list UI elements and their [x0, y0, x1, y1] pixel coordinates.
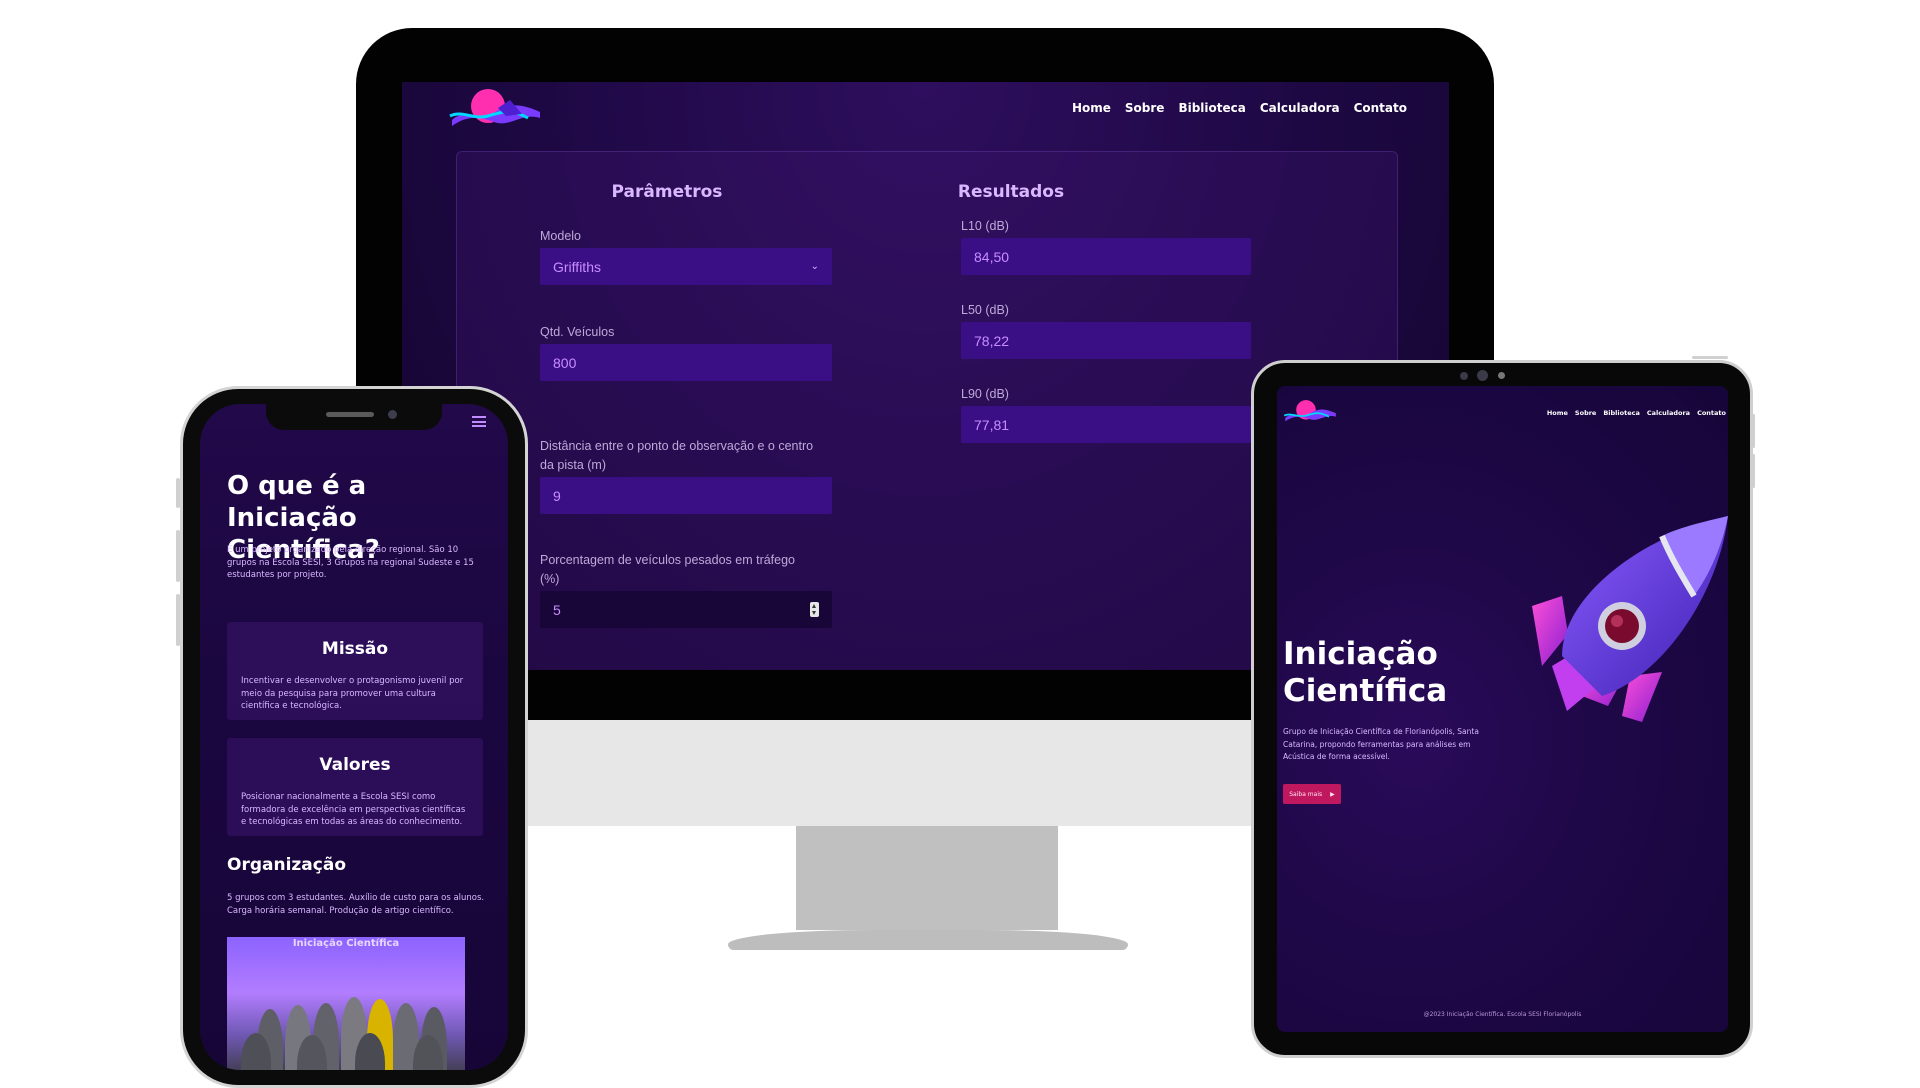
model-label: Modelo [540, 229, 581, 243]
model-select[interactable]: Griffiths ⌄ [540, 248, 832, 285]
l10-output: 84,50 [961, 238, 1251, 275]
organization-text: 5 grupos com 3 estudantes. Auxílio de cu… [227, 893, 485, 916]
heavy-vehicles-label: Porcentagem de veículos pesados em tráfe… [540, 553, 796, 586]
main-nav: Home Sobre Biblioteca Calculadora Contat… [1072, 101, 1407, 115]
tablet-nav-calculadora[interactable]: Calculadora [1647, 409, 1690, 417]
l50-output: 78,22 [961, 322, 1251, 359]
l50-value: 78,22 [974, 332, 1010, 349]
nav-biblioteca[interactable]: Biblioteca [1178, 101, 1245, 115]
logo-icon[interactable] [448, 86, 542, 130]
nav-home[interactable]: Home [1072, 101, 1111, 115]
play-icon: ▶ [1330, 790, 1335, 798]
distance-value: 9 [553, 487, 561, 504]
tablet-logo-icon[interactable] [1283, 398, 1337, 424]
tablet-nav-sobre[interactable]: Sobre [1575, 409, 1596, 417]
heavy-vehicles-input[interactable]: 5 [540, 591, 832, 628]
l90-value: 77,81 [974, 416, 1010, 433]
values-text: Posicionar nacionalmente a Escola SESI c… [241, 792, 466, 827]
tablet-sensor [1460, 372, 1468, 380]
nav-sobre[interactable]: Sobre [1125, 101, 1165, 115]
phone-intro-text: É um projeto organizado pela direção reg… [227, 545, 474, 580]
chevron-down-icon: ⌄ [810, 261, 819, 272]
hamburger-menu-icon[interactable] [472, 416, 486, 427]
nav-contato[interactable]: Contato [1354, 101, 1407, 115]
values-card: Valores Posicionar nacionalmente a Escol… [227, 738, 483, 836]
rocket-icon [1532, 516, 1728, 722]
phone-screen: O que é a Iniciação Científica? É um pro… [200, 404, 508, 1070]
heavy-vehicles-value: 5 [553, 601, 561, 618]
number-spinner-icon[interactable] [810, 602, 819, 617]
tablet-nav-biblioteca[interactable]: Biblioteca [1603, 409, 1640, 417]
results-title: Resultados [957, 182, 1065, 202]
l90-output: 77,81 [961, 406, 1251, 443]
organization-title: Organização [227, 855, 346, 875]
tablet-nav-home[interactable]: Home [1547, 409, 1568, 417]
distance-input[interactable]: 9 [540, 477, 832, 514]
distance-label: Distância entre o ponto de observação e … [540, 439, 814, 472]
l90-label: L90 (dB) [961, 387, 1009, 401]
hero-text: Grupo de Iniciação Científica de Florian… [1283, 727, 1479, 761]
vehicles-input[interactable]: 800 [540, 344, 832, 381]
nav-calculadora[interactable]: Calculadora [1260, 101, 1340, 115]
tablet-screen: Home Sobre Biblioteca Calculadora Contat… [1277, 386, 1728, 1032]
l50-label: L50 (dB) [961, 303, 1009, 317]
monitor-base [728, 930, 1128, 950]
values-title: Valores [319, 755, 391, 775]
tablet-top-button [1692, 356, 1728, 359]
params-title: Parâmetros [611, 182, 723, 202]
tablet-flash [1498, 372, 1505, 379]
vehicles-value: 800 [553, 354, 577, 371]
saiba-mais-button[interactable]: Saiba mais ▶ [1283, 784, 1341, 804]
group-photo: Iniciação Científica [227, 937, 465, 1070]
mission-card: Missão Incentivar e desenvolver o protag… [227, 622, 483, 720]
phone-camera [388, 410, 397, 419]
phone-speaker [326, 412, 374, 417]
model-select-value: Griffiths [553, 258, 601, 275]
phone-notch [266, 404, 442, 430]
l10-value: 84,50 [974, 248, 1010, 265]
l10-label: L10 (dB) [961, 219, 1009, 233]
tablet-nav-contato[interactable]: Contato [1697, 409, 1726, 417]
mission-title: Missão [321, 639, 389, 659]
saiba-mais-label: Saiba mais [1289, 790, 1323, 798]
tablet-camera [1477, 370, 1488, 381]
vehicles-label: Qtd. Veículos [540, 325, 615, 339]
monitor-stand [796, 826, 1058, 930]
tablet-footer: @2023 Iniciação Científica. Escola SESI … [1423, 1011, 1582, 1018]
group-photo-caption: Iniciação Científica [292, 938, 400, 949]
tablet-nav: Home Sobre Biblioteca Calculadora Contat… [1547, 409, 1726, 417]
hero-title: Iniciação Científica [1283, 636, 1448, 709]
mission-text: Incentivar e desenvolver o protagonismo … [241, 676, 464, 711]
